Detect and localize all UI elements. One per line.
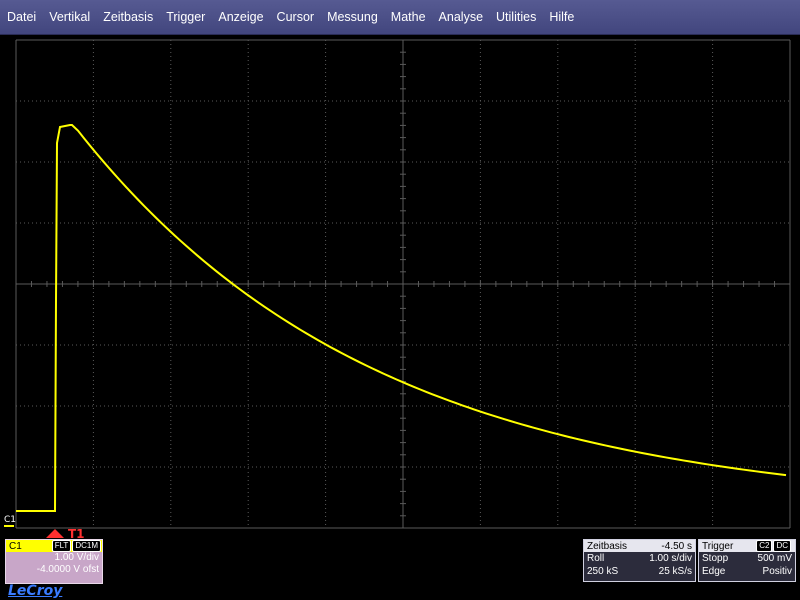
trigger-position-icon[interactable] (46, 529, 64, 538)
timebase-rate: 1.00 s/div (649, 553, 692, 564)
channel-marker: C1 (4, 515, 17, 525)
menu-bar: Datei Vertikal Zeitbasis Trigger Anzeige Curs… (0, 0, 800, 35)
channel-offset: -4.0000 V ofst (36, 564, 99, 575)
trigger-coupling-badge: DC (773, 540, 791, 552)
channel-1-header: C1 FLT DC1M (6, 540, 102, 552)
graticule (15, 39, 791, 529)
menu-item-vertikal[interactable]: Vertikal (42, 0, 96, 34)
lecroy-logo: LeCroy (8, 583, 63, 599)
trigger-source-badge: C2 (756, 540, 773, 552)
coupling-badge: DC1M (72, 540, 101, 552)
trigger-level: 500 mV (757, 553, 792, 564)
menu-item-datei[interactable]: Datei (0, 0, 42, 34)
timebase-delay: -4.50 s (661, 540, 692, 552)
menu-item-utilities[interactable]: Utilities (489, 0, 542, 34)
filter-badge: FLT (51, 540, 72, 552)
menu-item-cursor[interactable]: Cursor (270, 0, 321, 34)
channel-ground-marker (4, 525, 14, 527)
menu-item-mathe[interactable]: Mathe (384, 0, 432, 34)
trigger-slope: Positiv (762, 566, 792, 577)
timebase-sample-rate: 25 kS/s (658, 566, 692, 577)
timebase-title: Zeitbasis (587, 540, 628, 552)
trigger-type: Edge (702, 566, 726, 577)
menu-item-messung[interactable]: Messung (320, 0, 384, 34)
trigger-title: Trigger (702, 540, 734, 552)
timebase-mode: Roll (587, 553, 605, 564)
waveform-display (15, 39, 791, 529)
channel-1-trace (16, 124, 787, 512)
timebase-panel[interactable]: Zeitbasis -4.50 s Roll 1.00 s/div 250 kS… (583, 539, 696, 582)
channel-name: C1 (9, 540, 22, 552)
timebase-samples: 250 kS (587, 566, 619, 577)
timebase-header: Zeitbasis -4.50 s (584, 540, 695, 552)
trigger-panel[interactable]: Trigger C2 DC Stopp 500 mV Edge Positiv (698, 539, 796, 582)
menu-item-analyse[interactable]: Analyse (432, 0, 489, 34)
menu-item-zeitbasis[interactable]: Zeitbasis (96, 0, 159, 34)
channel-scale: 1.00 V/div (54, 552, 99, 563)
trigger-header: Trigger C2 DC (699, 540, 795, 552)
menu-item-hilfe[interactable]: Hilfe (542, 0, 580, 34)
menu-item-anzeige[interactable]: Anzeige (211, 0, 269, 34)
menu-item-trigger[interactable]: Trigger (159, 0, 211, 34)
trigger-state: Stopp (702, 553, 729, 564)
channel-1-descriptor[interactable]: C1 FLT DC1M 1.00 V/div -4.0000 V ofst (5, 539, 103, 584)
